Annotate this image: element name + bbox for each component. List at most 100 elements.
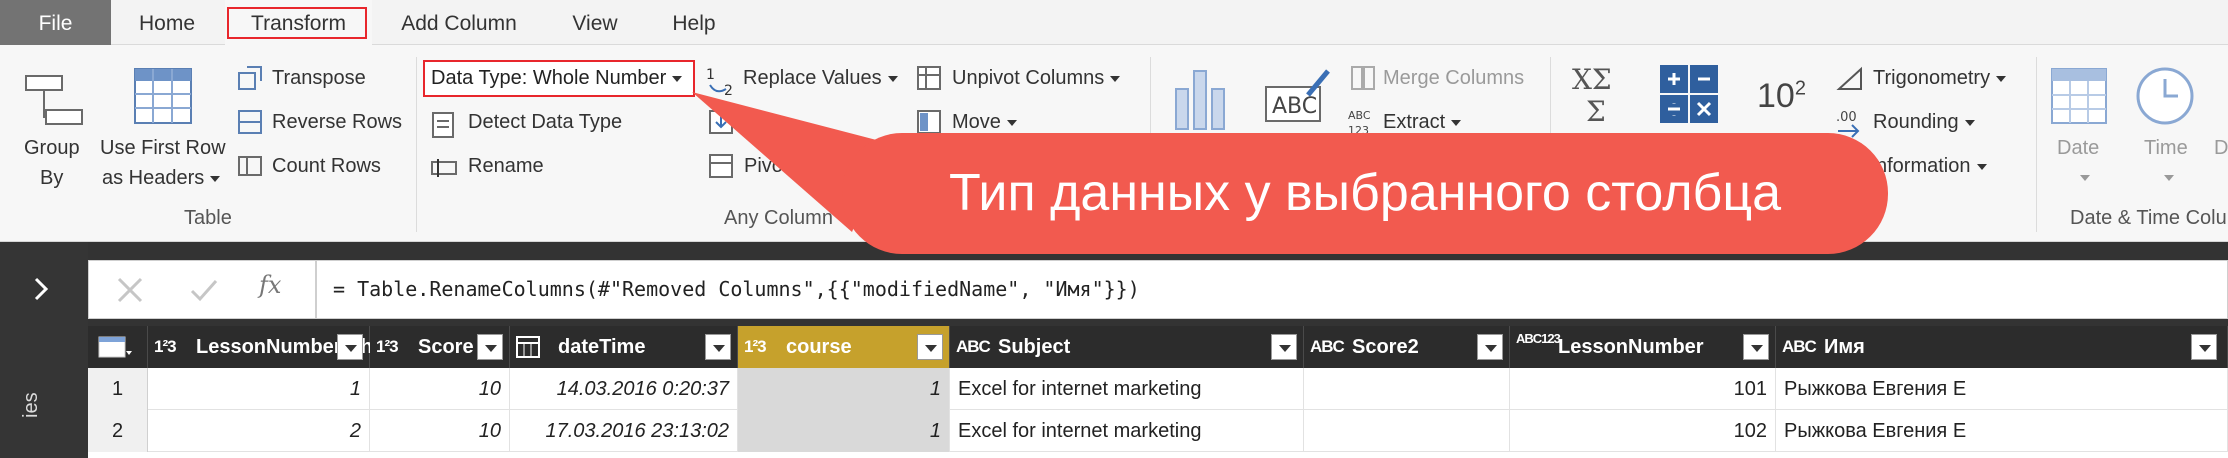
table-cell[interactable]: Excel for internet marketing [950,368,1304,410]
merge-columns-button[interactable]: Merge Columns [1383,67,1524,90]
date-icon [2051,68,2107,124]
table-cell[interactable]: 14.03.2016 0:20:37 [510,368,738,410]
table-row: 1 1 10 14.03.2016 0:20:37 1 Excel for in… [88,368,2228,410]
fx-icon[interactable]: fx [259,271,281,299]
reverse-rows-icon [238,110,262,134]
table-cell[interactable]: Рыжкова Евгения Е [1776,368,2228,410]
replace-values-icon: 1 2 [706,67,733,97]
pivot-column-button[interactable]: Pivot Co [744,155,820,178]
table-menu-button[interactable] [88,326,148,368]
any-column-group-label: Any Column [724,207,833,229]
table-cell-selected[interactable]: 1 [738,368,950,410]
tab-add-column[interactable]: Add Column [385,0,533,45]
replace-values-button[interactable]: Replace Values [743,67,898,90]
fill-button[interactable]: ll [760,111,769,134]
data-type-label: Data Type: Whole Number [431,67,667,89]
rename-button[interactable]: Rename [468,155,544,178]
column-header-course[interactable]: 1²3 course [738,326,950,368]
column-header-score2[interactable]: ABC Score2 [1304,326,1510,368]
filter-dropdown-icon[interactable] [337,334,363,360]
time-icon [2136,67,2194,125]
svg-text:XΣ: XΣ [1572,63,1612,96]
table-cell[interactable]: 101 [1510,368,1776,410]
column-header-imya[interactable]: ABC Имя [1776,326,2228,368]
whole-number-type-icon: 1²3 [744,337,767,356]
svg-text:1: 1 [706,67,715,83]
table-cell[interactable]: Рыжкова Евгения Е [1776,410,2228,452]
group-by-label-2: By [40,167,64,189]
commit-icon[interactable] [189,277,219,305]
column-header-lessonnumberwhole[interactable]: 1²3 LessonNumberWhole [148,326,402,368]
table-cell[interactable] [1304,368,1510,410]
row-number[interactable]: 2 [88,410,148,452]
filter-dropdown-icon[interactable] [1477,334,1503,360]
scientific-button[interactable]: 102 [1757,77,1806,116]
whole-number-type-icon: 1²3 [154,337,177,356]
extract-button[interactable]: Extract [1383,111,1462,134]
table-cell[interactable]: 10 [370,410,510,452]
trigonometry-button[interactable]: Trigonometry [1873,67,2007,90]
count-rows-button[interactable]: Count Rows [272,155,381,178]
duration-button-partial[interactable]: D [2214,137,2228,160]
information-label: nformation [1876,155,1971,177]
table-cell[interactable]: Excel for internet marketing [950,410,1304,452]
tab-transform[interactable]: Transform [225,0,372,45]
detect-data-type-button[interactable]: Detect Data Type [468,111,622,134]
column-header-subject[interactable]: ABC Subject [950,326,1304,368]
column-header-datetime[interactable]: dateTime [510,326,738,368]
group-separator [2036,57,2037,232]
split-column-icon [1175,70,1225,130]
column-header-score[interactable]: 1²3 Score [370,326,510,368]
filter-dropdown-icon[interactable] [2191,334,2217,360]
transpose-icon [238,66,262,90]
tab-view[interactable]: View [555,0,635,45]
data-type-dropdown[interactable]: Data Type: Whole Number [423,60,695,97]
table-cell[interactable]: 17.03.2016 23:13:02 [510,410,738,452]
tab-file[interactable]: File [0,0,111,45]
trigonometry-label: Trigonometry [1873,67,1991,89]
use-first-row-button[interactable]: Use First Row [100,137,226,160]
filter-dropdown-icon[interactable] [477,334,503,360]
filter-dropdown-icon[interactable] [1271,334,1297,360]
unpivot-columns-icon [917,66,941,90]
information-button[interactable]: nformation [1876,155,1987,178]
filter-dropdown-icon[interactable] [705,334,731,360]
pivot-column-icon [709,154,733,178]
reverse-rows-button[interactable]: Reverse Rows [272,111,402,134]
table-cell[interactable]: 1 [148,368,370,410]
count-rows-icon [238,156,262,176]
whole-number-type-icon: 1²3 [376,337,399,356]
filter-dropdown-icon[interactable] [1743,334,1769,360]
datetime-type-icon [516,336,540,358]
transpose-button[interactable]: Transpose [272,67,366,90]
tab-home[interactable]: Home [123,0,211,45]
svg-text:.00: .00 [1836,110,1857,125]
group-by-button[interactable]: Group [24,137,80,160]
date-button[interactable]: Date [2057,137,2099,160]
chevron-down-icon [1996,75,2007,82]
table-cell[interactable] [1304,410,1510,452]
chevron-down-icon [2164,175,2174,181]
queries-pane-toggle[interactable]: ies [0,242,88,458]
rename-icon [431,159,457,177]
filter-dropdown-icon[interactable] [917,334,943,360]
group-by-label-1: Group [24,137,80,159]
row-number[interactable]: 1 [88,368,148,410]
rounding-button[interactable]: Rounding [1873,111,1975,134]
cancel-icon[interactable] [115,275,145,305]
svg-text:2: 2 [724,83,733,97]
column-header-lessonnumber[interactable]: ABC123 LessonNumber [1510,326,1776,368]
formula-input[interactable]: = Table.RenameColumns(#"Removed Columns"… [316,260,2228,319]
table-cell[interactable]: 10 [370,368,510,410]
table-cell[interactable]: 2 [148,410,370,452]
text-type-icon: ABC [1782,337,1817,356]
tab-help[interactable]: Help [658,0,730,45]
table-cell-selected[interactable]: 1 [738,410,950,452]
detect-data-type-icon [432,112,454,138]
text-type-icon: ABC [1310,337,1345,356]
time-button[interactable]: Time [2144,137,2188,160]
move-button[interactable]: Move [952,111,1017,134]
table-cell[interactable]: 102 [1510,410,1776,452]
unpivot-columns-button[interactable]: Unpivot Columns [952,67,1121,90]
replace-values-label: Replace Values [743,67,882,89]
